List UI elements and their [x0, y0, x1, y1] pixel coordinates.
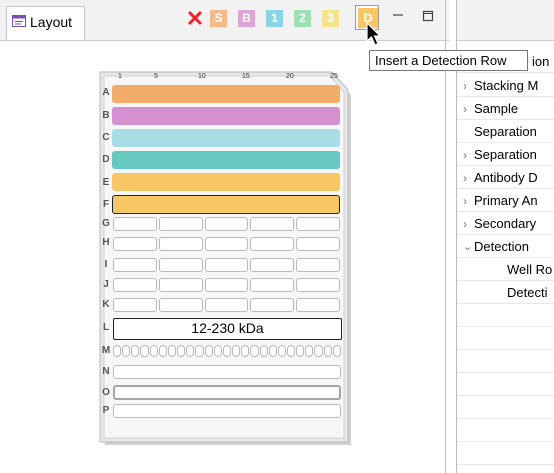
- chevron-down-icon[interactable]: ⌄: [463, 237, 472, 257]
- tree-item[interactable]: › Stacking M: [457, 76, 554, 97]
- tree-item-label: Antibody D: [474, 170, 538, 185]
- column-tick: 1: [118, 73, 122, 80]
- insert-row-1-button[interactable]: 1: [266, 10, 283, 27]
- row-letter: E: [102, 177, 110, 188]
- row-letter: M: [101, 345, 111, 356]
- chevron-right-icon[interactable]: ›: [463, 76, 467, 96]
- chevron-right-icon[interactable]: ›: [463, 99, 467, 119]
- gel-row-e[interactable]: [112, 173, 340, 191]
- tree-item-label: Detection: [474, 239, 529, 254]
- delete-row-button[interactable]: [186, 9, 204, 27]
- tree-item-label: ion: [532, 54, 550, 69]
- gel-row-m[interactable]: [113, 345, 341, 357]
- gel-row-d[interactable]: [112, 151, 340, 169]
- tree-item-label: Detecti: [507, 285, 548, 300]
- tree-empty-row: [457, 306, 554, 327]
- gel-row-l-marker[interactable]: 12-230 kDa: [113, 318, 342, 340]
- row-letter: P: [102, 405, 110, 416]
- chevron-right-icon[interactable]: ›: [463, 168, 467, 188]
- gel-row-h[interactable]: [113, 237, 340, 251]
- gel-row-k[interactable]: [113, 298, 340, 312]
- row-letter: D: [102, 154, 110, 165]
- row-letter: O: [102, 387, 110, 398]
- row-letter: L: [102, 322, 110, 333]
- tree-item[interactable]: ⌄ Detection: [457, 237, 554, 258]
- tree-item[interactable]: › Separation: [457, 145, 554, 166]
- gel-row-j[interactable]: [113, 278, 340, 292]
- tree-item[interactable]: › Primary An: [457, 191, 554, 212]
- tree-item-label: Separation: [474, 147, 537, 162]
- chevron-right-icon[interactable]: ›: [463, 214, 467, 234]
- tree-empty-row: [457, 352, 554, 373]
- column-tick: 5: [154, 73, 158, 80]
- row-letter: H: [102, 237, 110, 248]
- column-tick: 15: [242, 73, 250, 80]
- gel-row-p[interactable]: [113, 404, 341, 418]
- row-letter: G: [102, 218, 110, 229]
- tree-item[interactable]: › Antibody D: [457, 168, 554, 189]
- row-letter: C: [102, 132, 110, 143]
- row-letter: I: [104, 259, 108, 270]
- outline-header: [457, 0, 554, 41]
- insert-row-2-button[interactable]: 2: [294, 10, 311, 27]
- tree-item-label: Stacking M: [474, 78, 539, 93]
- row-letter: N: [102, 366, 110, 377]
- gel-row-f-selected[interactable]: [112, 195, 340, 214]
- tree-item-label: Secondary: [474, 216, 537, 231]
- tree-item-label: Separation: [474, 124, 537, 139]
- gel-row-c[interactable]: [112, 129, 340, 147]
- column-tick: 10: [198, 73, 206, 80]
- tree-empty-row: [457, 329, 554, 350]
- tree-item-label: Well Ro: [507, 262, 553, 277]
- row-letter: F: [102, 199, 110, 210]
- maximize-icon[interactable]: [422, 10, 434, 22]
- row-letter: A: [102, 87, 110, 98]
- tree-empty-row: [457, 375, 554, 396]
- column-tick: 25: [330, 73, 338, 80]
- tree-item[interactable]: Detecti: [457, 283, 554, 304]
- tree-item[interactable]: Well Ro: [457, 260, 554, 281]
- tab-layout[interactable]: Layout: [6, 6, 85, 40]
- gel-row-n[interactable]: [113, 365, 341, 379]
- gel-row-g[interactable]: [113, 217, 340, 231]
- row-letter: B: [102, 110, 110, 121]
- column-tick: 20: [286, 73, 294, 80]
- chevron-right-icon[interactable]: ›: [463, 191, 467, 211]
- tree-empty-row: [457, 398, 554, 419]
- tree-item-label: Primary An: [474, 193, 538, 208]
- tree-item[interactable]: › Secondary: [457, 214, 554, 235]
- gel-row-b[interactable]: [112, 107, 340, 125]
- tooltip: Insert a Detection Row: [369, 50, 528, 71]
- insert-stacking-row-button[interactable]: S: [210, 10, 227, 27]
- tree-empty-row: [457, 421, 554, 442]
- tree-item-label: Sample: [474, 101, 519, 116]
- row-letter: K: [102, 299, 110, 310]
- tab-layout-label: Layout: [30, 14, 73, 30]
- insert-blocking-row-button[interactable]: B: [238, 10, 255, 27]
- layout-view-icon: [12, 15, 26, 27]
- minimize-icon[interactable]: [392, 10, 404, 22]
- gel-row-a[interactable]: [112, 85, 340, 103]
- tree-item[interactable]: › Sample: [457, 99, 554, 120]
- red-x-icon: [187, 10, 203, 26]
- insert-row-3-button[interactable]: 3: [322, 10, 339, 27]
- gel-row-o[interactable]: [113, 385, 341, 400]
- chevron-right-icon[interactable]: ›: [463, 145, 467, 165]
- row-letter: J: [103, 279, 109, 290]
- gel-row-i[interactable]: [113, 258, 340, 272]
- mouse-cursor-icon: [366, 22, 382, 46]
- tree-empty-row: [457, 444, 554, 465]
- tree-item[interactable]: Separation: [457, 122, 554, 143]
